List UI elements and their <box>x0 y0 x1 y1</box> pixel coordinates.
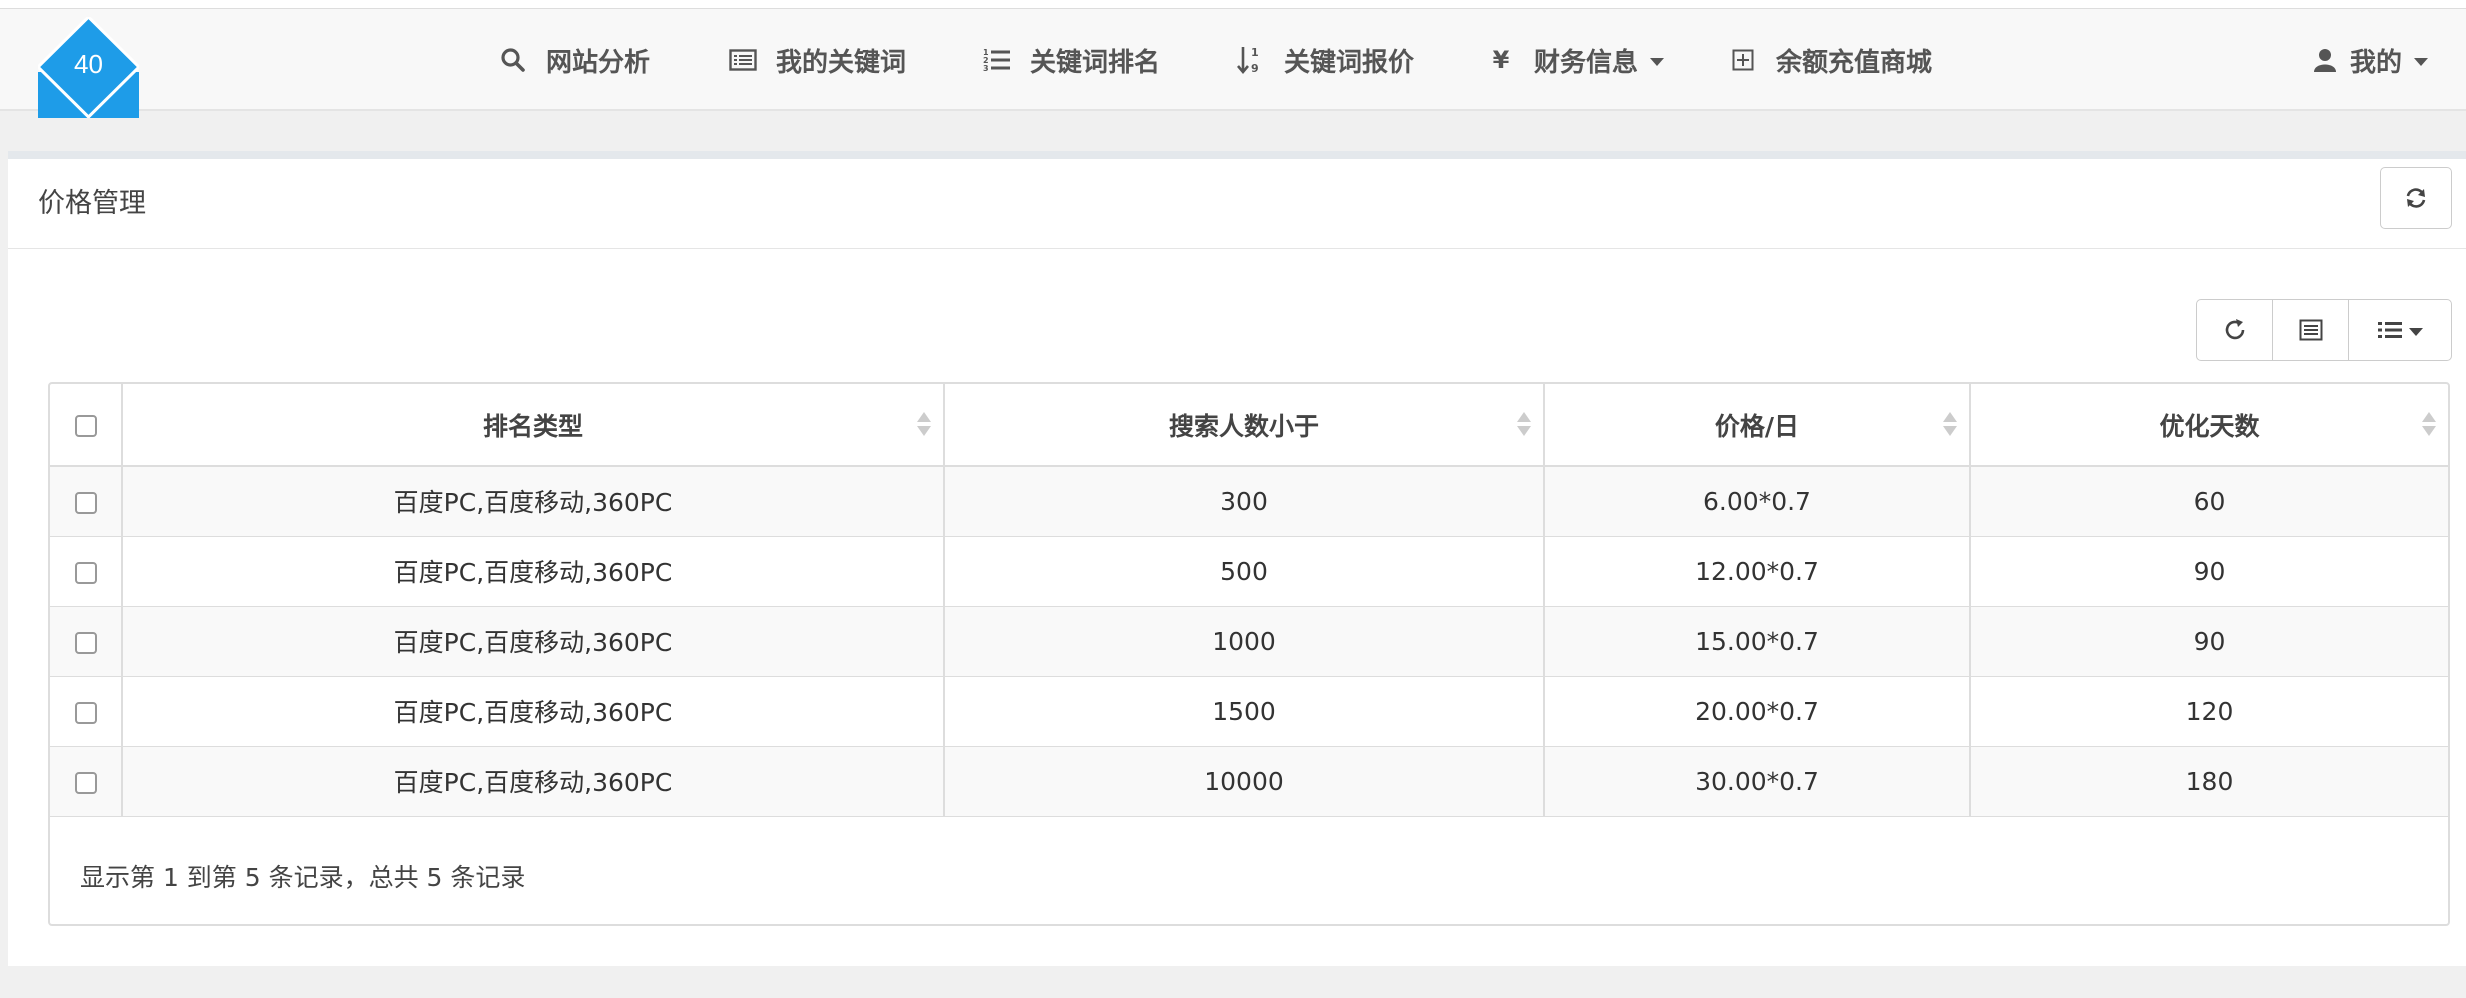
table-cell: 180 <box>1970 746 2448 817</box>
svg-text:3: 3 <box>983 64 989 73</box>
nav-item-keyword-quote[interactable]: 19 关键词报价 <box>1236 9 1414 111</box>
nav-item-label: 关键词排名 <box>1030 47 1161 78</box>
panel-top-strip <box>8 151 2466 159</box>
top-navbar: 40 网站分析 我的关键词 123 关键词排名 19 关键词报价 ¥ 财务信息 <box>0 9 2466 118</box>
plus-square-icon <box>1728 49 1758 71</box>
table-cell: 300 <box>944 466 1545 537</box>
svg-text:1: 1 <box>1251 46 1259 59</box>
table-cell: 1000 <box>944 606 1545 677</box>
table-cell: 500 <box>944 536 1545 607</box>
table-toolbar <box>2196 299 2452 361</box>
price-table: 排名类型 搜索人数小于 价格/日 优化天数 百度PC,百度移动,360PC 30… <box>48 382 2450 926</box>
chevron-down-icon <box>2409 328 2423 336</box>
nav-item-keyword-ranking[interactable]: 123 关键词排名 <box>982 9 1160 111</box>
table-cell: 百度PC,百度移动,360PC <box>122 466 945 537</box>
list-icon <box>2378 322 2402 338</box>
nav-item-label: 财务信息 <box>1534 47 1639 78</box>
table-toggle-view-button[interactable] <box>2273 300 2349 360</box>
row-checkbox[interactable] <box>74 771 97 794</box>
nav-item-label: 我的关键词 <box>776 47 907 78</box>
table-row[interactable]: 百度PC,百度移动,360PC 10000 30.00*0.7 180 <box>50 746 2448 817</box>
sort-icon <box>2422 412 2436 438</box>
search-icon <box>498 47 528 73</box>
chevron-down-icon <box>1650 58 1665 66</box>
table-header-row: 排名类型 搜索人数小于 价格/日 优化天数 <box>50 384 2448 467</box>
table-cell: 60 <box>1970 466 2448 537</box>
nav-item-label: 网站分析 <box>546 47 651 78</box>
sort-icon <box>1517 412 1531 438</box>
row-checkbox[interactable] <box>74 561 97 584</box>
table-cell: 百度PC,百度移动,360PC <box>122 676 945 747</box>
logo[interactable]: 40 <box>38 17 139 118</box>
table-row[interactable]: 百度PC,百度移动,360PC 1500 20.00*0.7 120 <box>50 676 2448 747</box>
row-checkbox[interactable] <box>74 491 97 514</box>
column-header[interactable]: 价格/日 <box>1544 384 1971 467</box>
table-cell: 百度PC,百度移动,360PC <box>122 536 945 607</box>
panel-refresh-button[interactable] <box>2380 167 2452 229</box>
user-menu-label: 我的 <box>2350 47 2403 78</box>
nav-item-my-keywords[interactable]: 我的关键词 <box>728 9 906 111</box>
column-header[interactable]: 排名类型 <box>122 384 945 467</box>
user-icon <box>2310 48 2340 72</box>
nav-item-label: 余额充值商城 <box>1776 47 1933 78</box>
column-header[interactable]: 搜索人数小于 <box>944 384 1545 467</box>
chevron-down-icon <box>2414 58 2429 66</box>
table-cell: 10000 <box>944 746 1545 817</box>
table-cell: 1500 <box>944 676 1545 747</box>
yen-icon: ¥ <box>1492 46 1510 74</box>
list-alt-icon <box>2299 319 2322 341</box>
user-menu[interactable]: 我的 <box>2310 9 2429 111</box>
select-all-cell <box>50 384 123 467</box>
price-management-panel: 价格管理 排名类型 搜索人数小于 价格/日 优化天数 百度PC,百度移动,360… <box>8 159 2466 966</box>
table-cell: 百度PC,百度移动,360PC <box>122 606 945 677</box>
row-checkbox[interactable] <box>74 631 97 654</box>
nav-item-finance[interactable]: ¥ 财务信息 <box>1486 9 1665 111</box>
sort-numeric-icon: 19 <box>1236 45 1266 75</box>
table-cell: 20.00*0.7 <box>1544 676 1971 747</box>
table-row[interactable]: 百度PC,百度移动,360PC 500 12.00*0.7 90 <box>50 536 2448 607</box>
list-alt-icon <box>728 49 758 71</box>
refresh-icon <box>2225 319 2244 340</box>
refresh-icon <box>2406 188 2426 208</box>
table-cell: 12.00*0.7 <box>1544 536 1971 607</box>
panel-heading: 价格管理 <box>8 159 2466 249</box>
table-refresh-button[interactable] <box>2197 300 2273 360</box>
table-cell: 15.00*0.7 <box>1544 606 1971 677</box>
table-cell: 90 <box>1970 536 2448 607</box>
table-cell: 90 <box>1970 606 2448 677</box>
table-row[interactable]: 百度PC,百度移动,360PC 300 6.00*0.7 60 <box>50 466 2448 537</box>
table-row[interactable]: 百度PC,百度移动,360PC 1000 15.00*0.7 90 <box>50 606 2448 677</box>
logo-badge-number: 40 <box>74 49 103 79</box>
nav-item-label: 关键词报价 <box>1284 47 1415 78</box>
table-cell: 6.00*0.7 <box>1544 466 1971 537</box>
ordered-list-icon: 123 <box>982 47 1012 73</box>
panel-title: 价格管理 <box>38 188 146 219</box>
column-header[interactable]: 优化天数 <box>1970 384 2448 467</box>
table-cell: 百度PC,百度移动,360PC <box>122 746 945 817</box>
nav-item-recharge-mall[interactable]: 余额充值商城 <box>1728 9 1932 111</box>
svg-text:9: 9 <box>1251 62 1259 75</box>
nav-item-site-analysis[interactable]: 网站分析 <box>498 9 650 111</box>
sort-icon <box>917 412 931 438</box>
pagination-summary: 显示第 1 到第 5 条记录，总共 5 条记录 <box>80 863 526 892</box>
table-cell: 120 <box>1970 676 2448 747</box>
table-columns-dropdown-button[interactable] <box>2349 300 2451 360</box>
table-cell: 30.00*0.7 <box>1544 746 1971 817</box>
top-border <box>0 0 2466 9</box>
sort-icon <box>1943 412 1957 438</box>
row-checkbox[interactable] <box>74 701 97 724</box>
select-all-checkbox[interactable] <box>74 415 97 437</box>
